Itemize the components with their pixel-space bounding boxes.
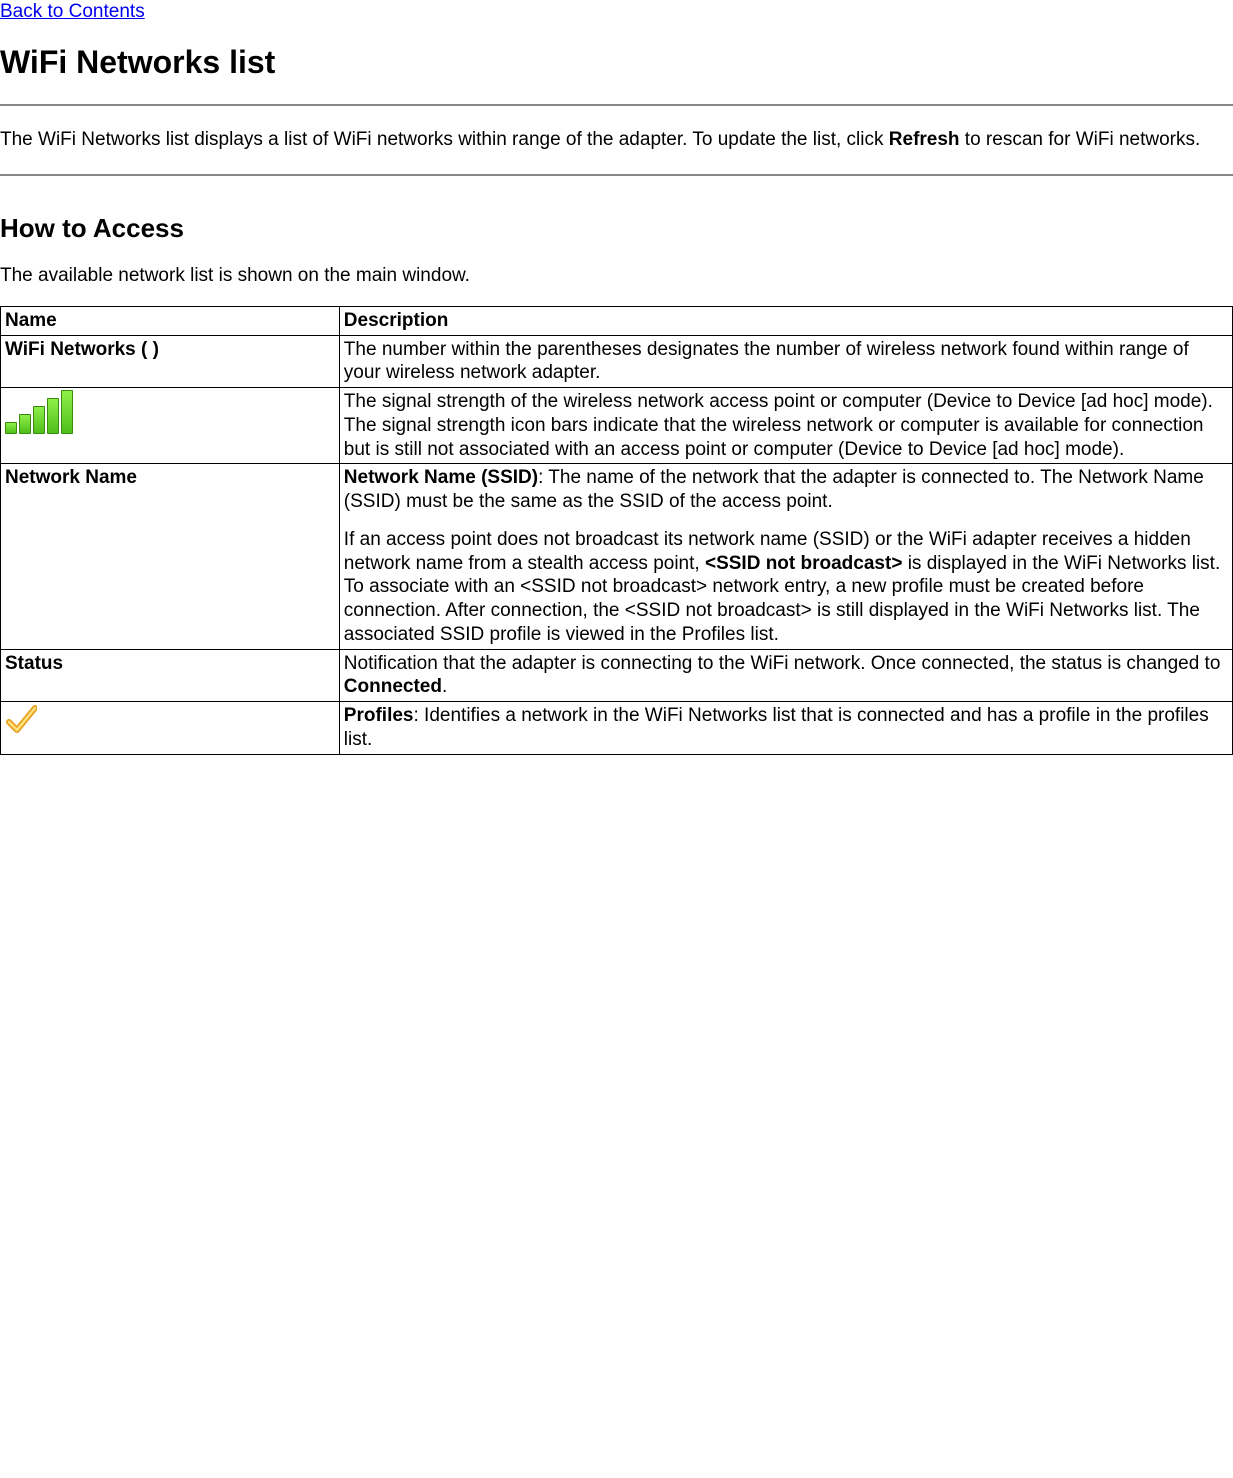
divider bbox=[0, 174, 1233, 176]
row-name bbox=[1, 702, 340, 755]
table-row: The signal strength of the wireless netw… bbox=[1, 388, 1233, 464]
row-name bbox=[1, 388, 340, 464]
row-description: Network Name (SSID): The name of the net… bbox=[339, 464, 1232, 649]
table-header-description: Description bbox=[339, 306, 1232, 335]
desc-bold: Network Name (SSID) bbox=[344, 467, 538, 488]
table-row: Network Name Network Name (SSID): The na… bbox=[1, 464, 1233, 649]
signal-strength-icon bbox=[5, 390, 75, 434]
desc-text: Notification that the adapter is connect… bbox=[344, 653, 1221, 674]
intro-post: to rescan for WiFi networks. bbox=[960, 129, 1201, 150]
intro-bold: Refresh bbox=[889, 129, 960, 150]
row-description: Notification that the adapter is connect… bbox=[339, 649, 1232, 702]
table-header-row: Name Description bbox=[1, 306, 1233, 335]
desc-bold: <SSID not broadcast> bbox=[705, 553, 902, 574]
table-header-name: Name bbox=[1, 306, 340, 335]
intro-pre: The WiFi Networks list displays a list o… bbox=[0, 129, 889, 150]
desc-bold: Profiles bbox=[344, 705, 414, 726]
row-name: Status bbox=[1, 649, 340, 702]
table-row: Status Notification that the adapter is … bbox=[1, 649, 1233, 702]
row-description: The number within the parentheses design… bbox=[339, 335, 1232, 388]
desc-bold: Connected bbox=[344, 676, 442, 697]
desc-text: . bbox=[442, 676, 447, 697]
back-to-contents-link[interactable]: Back to Contents bbox=[0, 1, 145, 22]
section-heading: How to Access bbox=[0, 212, 1233, 245]
section-intro: The available network list is shown on t… bbox=[0, 264, 1233, 288]
row-description: Profiles: Identifies a network in the Wi… bbox=[339, 702, 1232, 755]
row-description: The signal strength of the wireless netw… bbox=[339, 388, 1232, 464]
divider bbox=[0, 104, 1233, 106]
row-name: WiFi Networks ( ) bbox=[1, 335, 340, 388]
definitions-table: Name Description WiFi Networks ( ) The n… bbox=[0, 306, 1233, 755]
intro-paragraph: The WiFi Networks list displays a list o… bbox=[0, 128, 1233, 152]
row-name: Network Name bbox=[1, 464, 340, 649]
profile-check-icon bbox=[5, 704, 335, 736]
table-row: Profiles: Identifies a network in the Wi… bbox=[1, 702, 1233, 755]
page-title: WiFi Networks list bbox=[0, 42, 1233, 82]
table-row: WiFi Networks ( ) The number within the … bbox=[1, 335, 1233, 388]
desc-text: : Identifies a network in the WiFi Netwo… bbox=[344, 705, 1209, 750]
